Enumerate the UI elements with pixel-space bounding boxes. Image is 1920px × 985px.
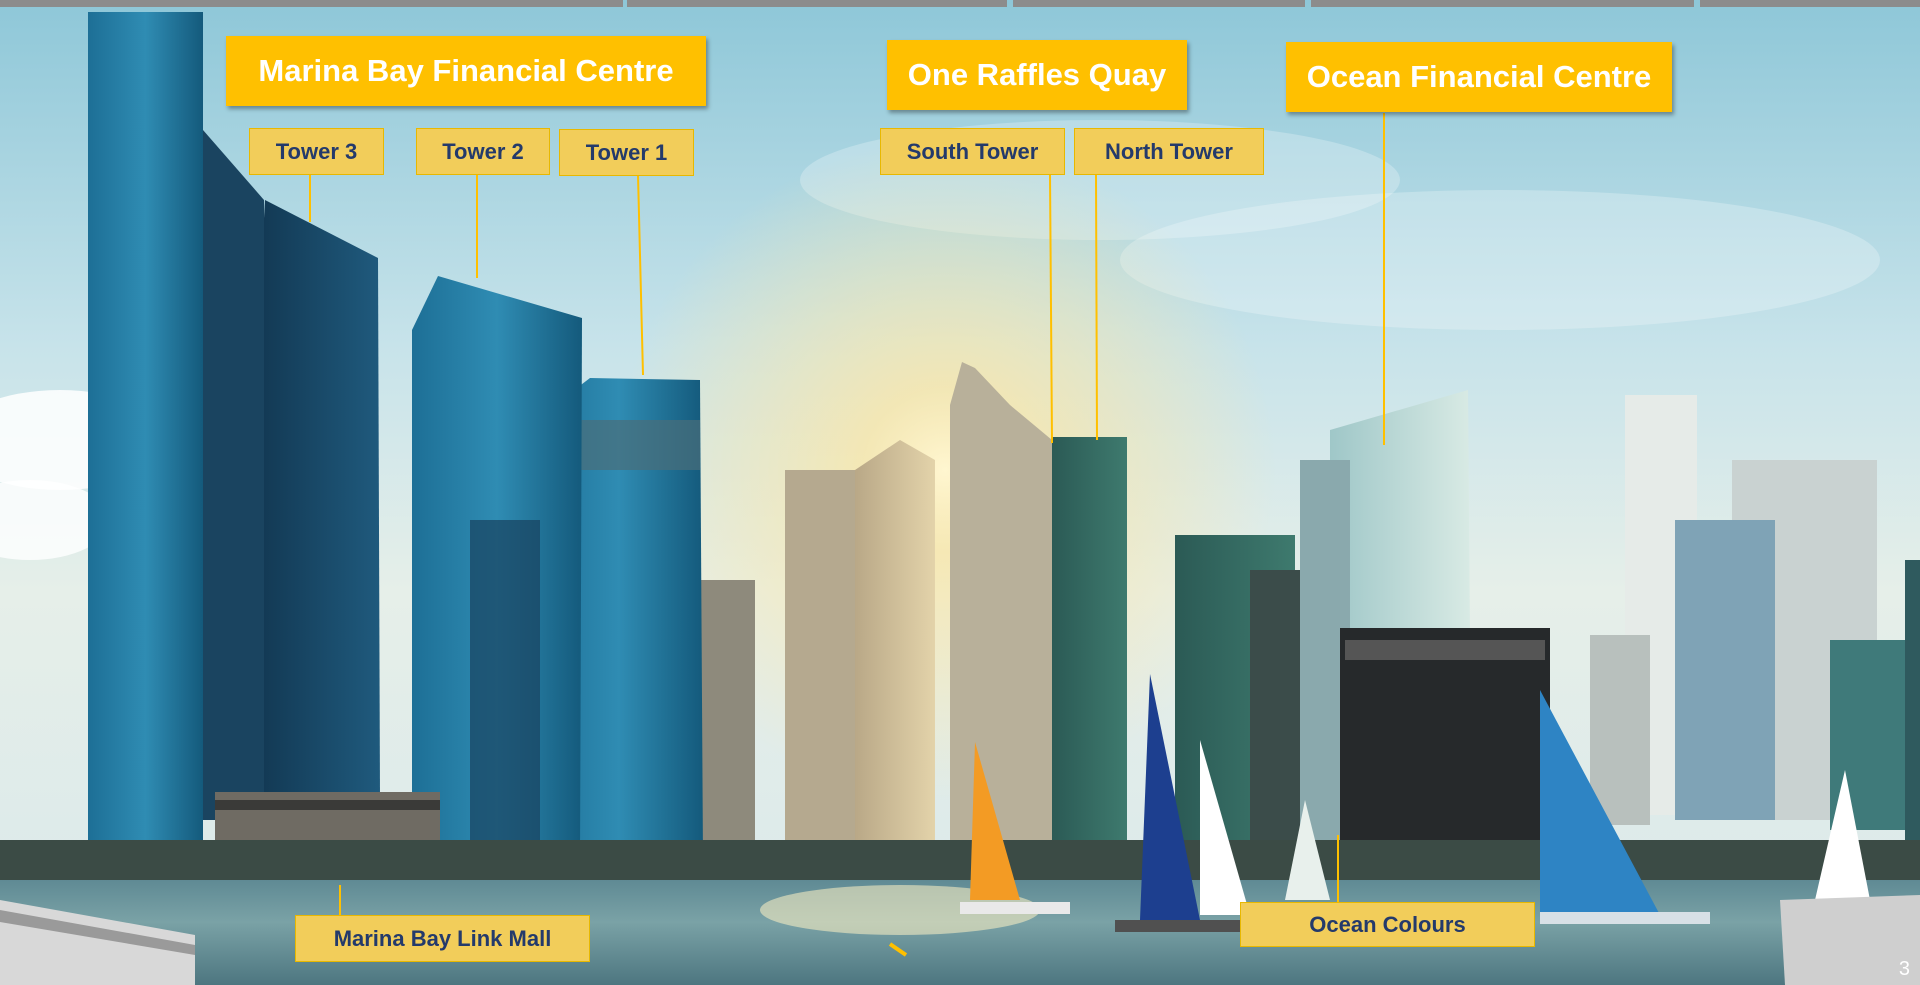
label-marina-bay-financial-centre: Marina Bay Financial Centre (226, 36, 706, 106)
progress-segment (0, 0, 623, 7)
progress-segment (1311, 0, 1694, 7)
progress-segment (627, 0, 1007, 7)
label-ocean-colours: Ocean Colours (1240, 902, 1535, 947)
label-south-tower: South Tower (880, 128, 1065, 175)
label-ocean-financial-centre: Ocean Financial Centre (1286, 42, 1672, 112)
progress-segment (1013, 0, 1305, 7)
label-tower-2: Tower 2 (416, 128, 550, 175)
label-tower-3: Tower 3 (249, 128, 384, 175)
label-marina-bay-link-mall: Marina Bay Link Mall (295, 915, 590, 962)
page-number: 3 (1898, 958, 1910, 980)
label-tower-1: Tower 1 (559, 129, 694, 176)
progress-segment (1700, 0, 1920, 7)
label-one-raffles-quay: One Raffles Quay (887, 40, 1187, 110)
label-north-tower: North Tower (1074, 128, 1264, 175)
